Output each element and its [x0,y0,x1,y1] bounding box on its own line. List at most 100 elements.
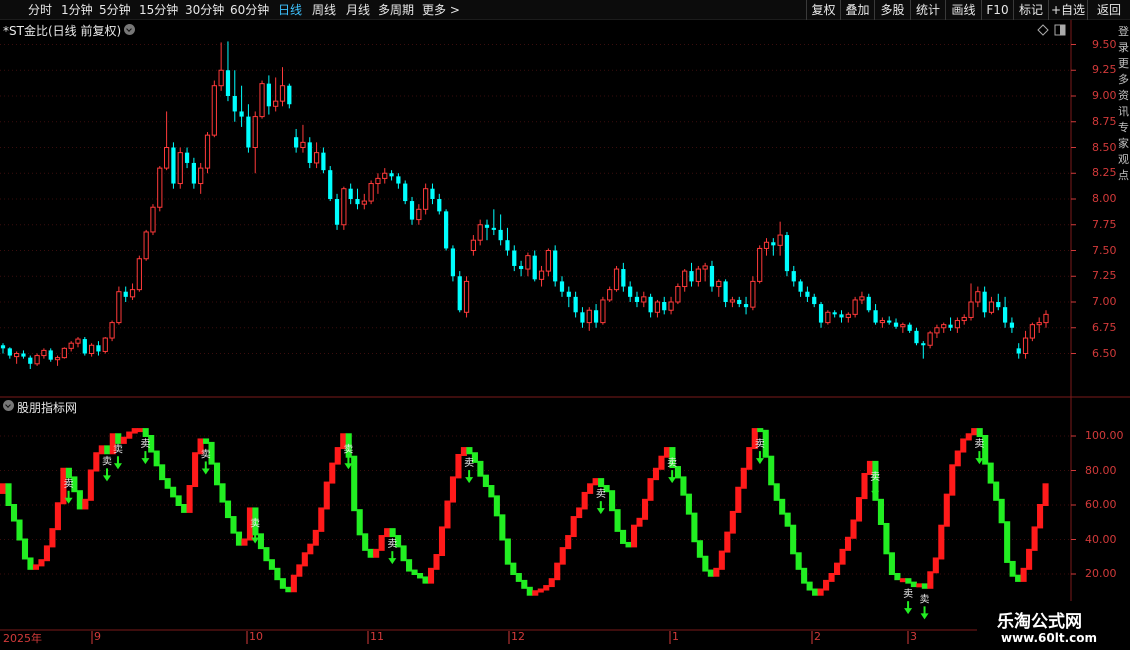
indicator-bar [21,538,29,560]
indicator-bar [257,533,264,550]
candle-body-down [82,339,87,354]
indicator-bar [433,554,440,570]
candle-body-up [1043,313,1049,324]
candle-body-down [580,312,585,323]
indicator-chevron-icon[interactable] [3,400,14,411]
indicator-bar [949,464,956,496]
indicator-bar [971,428,978,436]
candle-body-up [975,291,981,303]
indicator-bar [663,447,671,458]
candle-body-down [743,304,749,308]
indicator-bar [916,583,923,588]
sell-arrow-head [201,468,210,475]
indicator-bar [790,524,797,555]
candle-body-down [812,296,817,305]
candle-body-down [818,304,824,323]
indicator-bar [367,548,374,558]
indicator-bar [274,567,281,581]
candle-body-up [729,299,736,303]
indicator-bar [630,524,638,548]
candle-body-down [689,271,694,282]
indicator-bar [126,431,133,439]
indicator-bar [812,588,819,596]
candle-body-down [225,70,231,96]
candle-body-up [136,258,142,291]
candle-body-up [259,83,265,118]
candle-body-down [873,310,878,323]
date-axis-label: 1 [672,630,679,643]
indicator-bar [0,483,7,494]
candle-body-up [341,188,347,226]
price-tick-label: 6.75 [1092,320,1117,334]
indicator-bar [636,517,643,527]
indicator-bar [806,581,813,591]
indicator-tick-label: 40.00 [1085,532,1117,546]
candle-body-up [41,349,47,357]
indicator-bar [181,504,188,513]
candle-body-down [559,281,565,292]
indicator-bar [65,467,72,479]
indicator-bar [1037,504,1044,529]
date-axis-label: 10 [249,630,263,643]
indicator-bar [850,519,857,539]
indicator-bar [844,536,852,551]
indicator-tick-label: 20.00 [1085,567,1117,580]
indicator-bar [312,529,319,546]
price-tick-label: 8.25 [1092,166,1117,180]
candle-body-up [1022,337,1029,354]
candle-body-up [968,301,974,318]
price-tick-label: 7.00 [1092,295,1117,308]
candle-body-down [621,269,626,287]
candle-body-down [709,265,715,287]
indicator-bar [537,588,544,593]
indicator-bar [680,476,687,496]
price-tick-label: 6.50 [1092,346,1117,360]
indicator-bar [888,552,895,575]
indicator-bar [285,586,292,593]
candle-body-up [34,355,40,365]
candle-body-down [21,353,26,357]
candle-body-up [102,337,108,352]
candle-body-down [948,324,953,328]
indicator-bar [43,545,50,562]
indicator-bar [142,428,149,437]
indicator-bar [927,571,934,589]
sell-marker-text: 卖 [140,438,150,450]
candle-body-down [1002,307,1008,323]
indicator-bar [938,524,945,560]
indicator-bar [768,455,775,486]
indicator-bar [713,567,720,577]
indicator-bar [960,438,967,453]
indicator-bar [1015,574,1022,582]
candle-body-down [798,281,803,292]
indicator-bar [795,552,802,570]
indicator-bar [592,478,599,486]
indicator-bar [823,579,830,591]
indicator-bar [861,472,868,500]
price-tick-label: 9.25 [1092,63,1117,77]
indicator-bar [548,578,555,588]
candle-body-down [403,183,408,202]
date-axis-label: 11 [370,630,384,643]
candle-body-down [491,227,496,230]
indicator-bar [499,514,506,541]
candle-body-up [204,134,211,169]
candle-body-down [294,137,299,148]
indicator-bar [707,569,714,577]
candle-body-up [361,200,367,205]
candle-body-up [279,85,286,102]
candle-body-down [648,296,653,313]
indicator-bar [170,486,177,498]
indicator-bar [378,535,385,551]
candle-body-down [791,271,796,282]
price-tick-label: 7.25 [1092,269,1117,283]
indicator-bar [576,507,583,519]
candle-body-up [668,301,674,311]
sell-arrow-head [102,475,111,482]
candle-body-up [313,152,320,164]
candle-body-down [518,265,524,270]
candle-body-down [348,188,353,199]
indicator-bar [943,493,950,527]
sell-marker-text: 卖 [920,593,930,605]
sell-arrow-head [465,477,474,484]
